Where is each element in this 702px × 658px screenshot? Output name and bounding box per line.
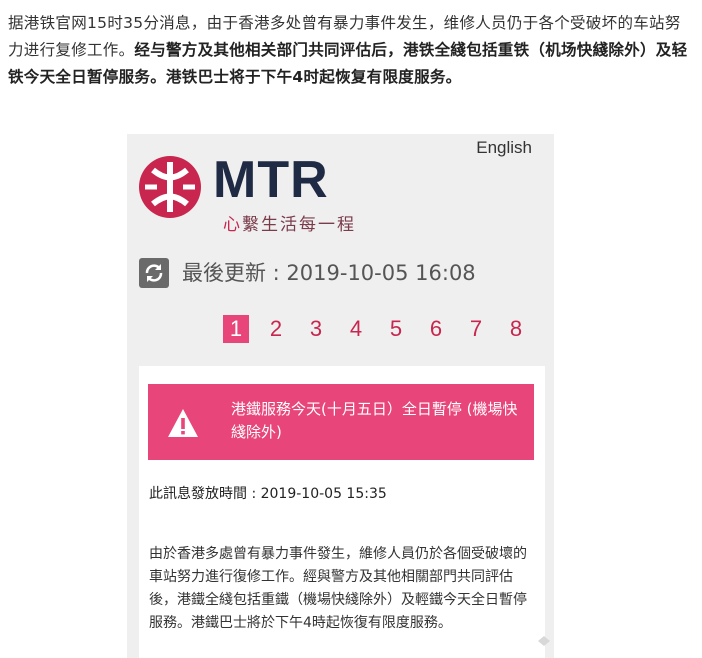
page-1[interactable]: 1	[223, 315, 249, 343]
watermark-icon	[538, 636, 550, 646]
article-text: 据港铁官网15时35分消息，由于香港多处曾有暴力事件发生，维修人员仍于各个受破坏…	[8, 10, 694, 91]
issued-time: 此訊息發放時間 : 2019-10-05 15:35	[149, 486, 387, 502]
page-2[interactable]: 2	[263, 315, 289, 343]
notice-body: 由於香港多處曾有暴力事件發生，維修人員仍於各個受破壞的車站努力進行復修工作。經與…	[149, 546, 527, 631]
english-link[interactable]: English	[476, 138, 532, 158]
mtr-logo-text: MTR	[213, 151, 329, 209]
alert-banner: 港鐵服務今天(十月五日）全日暫停 (機場快綫除外)	[148, 384, 534, 460]
tagline-first-char: 心	[223, 215, 242, 235]
page-7[interactable]: 7	[463, 315, 489, 343]
tagline-rest: 繫生活每一程	[242, 215, 356, 235]
mtr-logo-icon	[139, 156, 201, 218]
page-3[interactable]: 3	[303, 315, 329, 343]
mtr-screenshot: English MTR 心繫生活每一程 最後更新 : 2019-10-05 16…	[127, 134, 554, 658]
mtr-tagline: 心繫生活每一程	[223, 210, 356, 235]
warning-icon	[168, 409, 198, 437]
refresh-icon[interactable]	[139, 258, 169, 288]
service-notice-card: 港鐵服務今天(十月五日）全日暫停 (機場快綫除外) 此訊息發放時間 : 2019…	[139, 366, 545, 658]
page-4[interactable]: 4	[343, 315, 369, 343]
alert-text: 港鐵服務今天(十月五日）全日暫停 (機場快綫除外)	[231, 400, 518, 441]
page-6[interactable]: 6	[423, 315, 449, 343]
last-updated: 最後更新 : 2019-10-05 16:08	[182, 261, 476, 285]
page-5[interactable]: 5	[383, 315, 409, 343]
mtr-logo[interactable]: MTR 心繫生活每一程	[139, 151, 379, 236]
page-8[interactable]: 8	[503, 315, 529, 343]
